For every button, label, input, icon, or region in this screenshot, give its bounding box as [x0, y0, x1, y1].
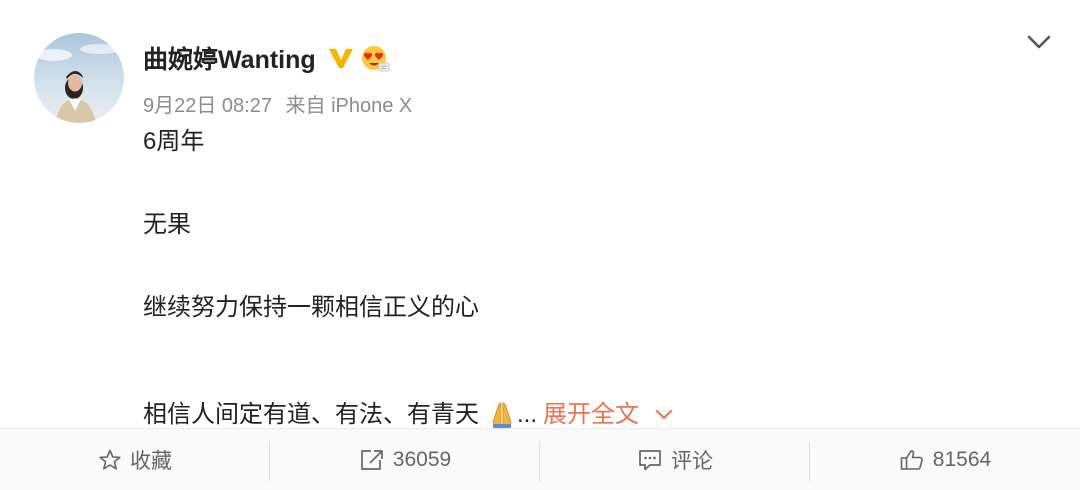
- repost-count[interactable]: 36059: [393, 448, 451, 472]
- post-source: 来自 iPhone X: [285, 95, 413, 117]
- star-icon[interactable]: [98, 448, 122, 472]
- thumbs-up-icon[interactable]: [899, 448, 925, 472]
- like-count[interactable]: 81564: [933, 448, 991, 472]
- comment-button[interactable]: 评论: [540, 429, 810, 490]
- favorite-label[interactable]: 收藏: [130, 445, 172, 475]
- post-date[interactable]: 9月22日 08:27: [143, 95, 272, 117]
- post-content: 6周年 无果 继续努力保持一颗相信正义的心 相信人间定有道、有法、有青天 ...…: [143, 124, 1043, 456]
- avatar[interactable]: [34, 33, 124, 123]
- praying-hands-icon: [489, 401, 515, 429]
- comment-icon[interactable]: [637, 448, 663, 472]
- content-line: 6周年: [143, 128, 205, 155]
- like-button[interactable]: 81564: [810, 429, 1080, 490]
- content-line: 无果: [143, 211, 191, 238]
- verified-v-icon: [328, 47, 354, 69]
- favorite-button[interactable]: 收藏: [0, 429, 270, 490]
- chevron-down-icon[interactable]: [655, 409, 673, 421]
- weibo-post-card: 曲婉婷Wanting 9月22日 08:27 来自 iPhone X 6周年 无…: [0, 0, 1080, 428]
- repost-button[interactable]: 36059: [270, 429, 540, 490]
- post-menu-chevron-icon[interactable]: [1024, 30, 1054, 54]
- post-meta: 9月22日 08:27 来自 iPhone X: [143, 89, 412, 118]
- user-name-row: 曲婉婷Wanting: [143, 40, 390, 76]
- post-action-bar: 收藏 36059 评论 81564: [0, 429, 1080, 490]
- heart-eyes-emoji-icon: [360, 43, 390, 73]
- content-line: 继续努力保持一颗相信正义的心: [143, 294, 479, 321]
- comment-label[interactable]: 评论: [671, 445, 713, 475]
- username[interactable]: 曲婉婷Wanting: [143, 40, 316, 76]
- share-icon[interactable]: [359, 448, 385, 472]
